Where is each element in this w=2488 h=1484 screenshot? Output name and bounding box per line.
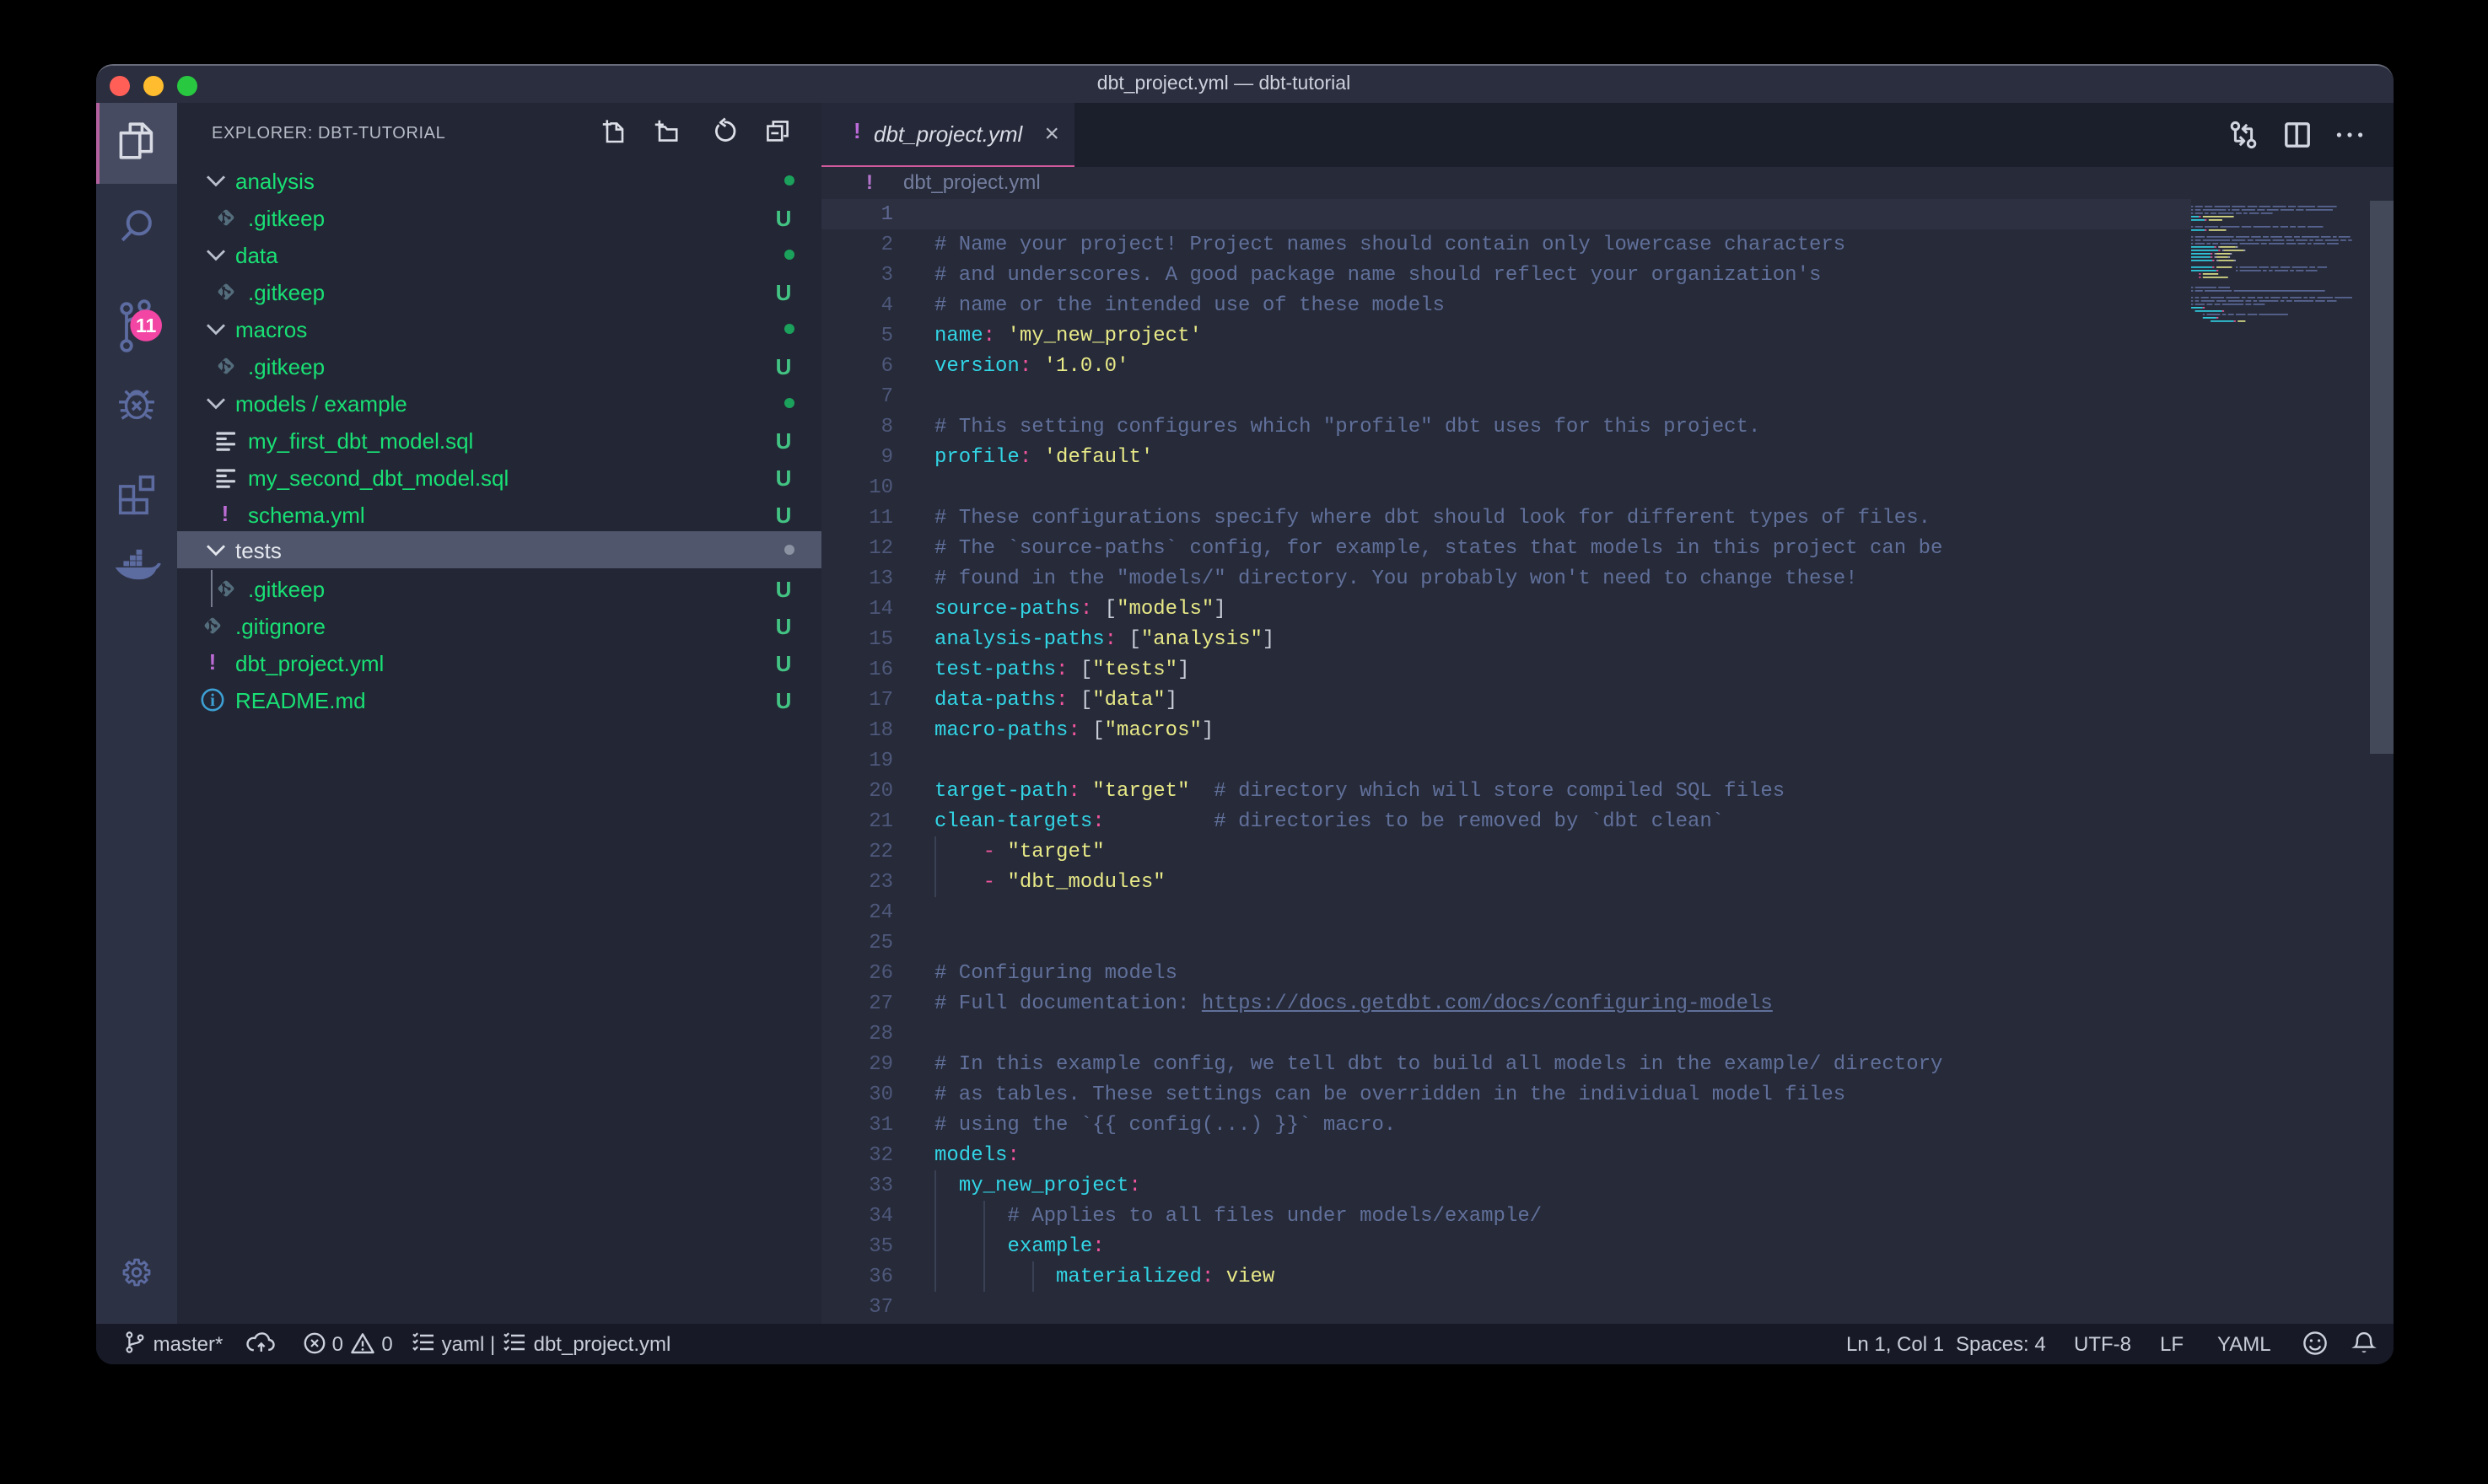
svg-text:i: i: [210, 690, 215, 710]
svg-text:11: 11: [135, 314, 156, 336]
